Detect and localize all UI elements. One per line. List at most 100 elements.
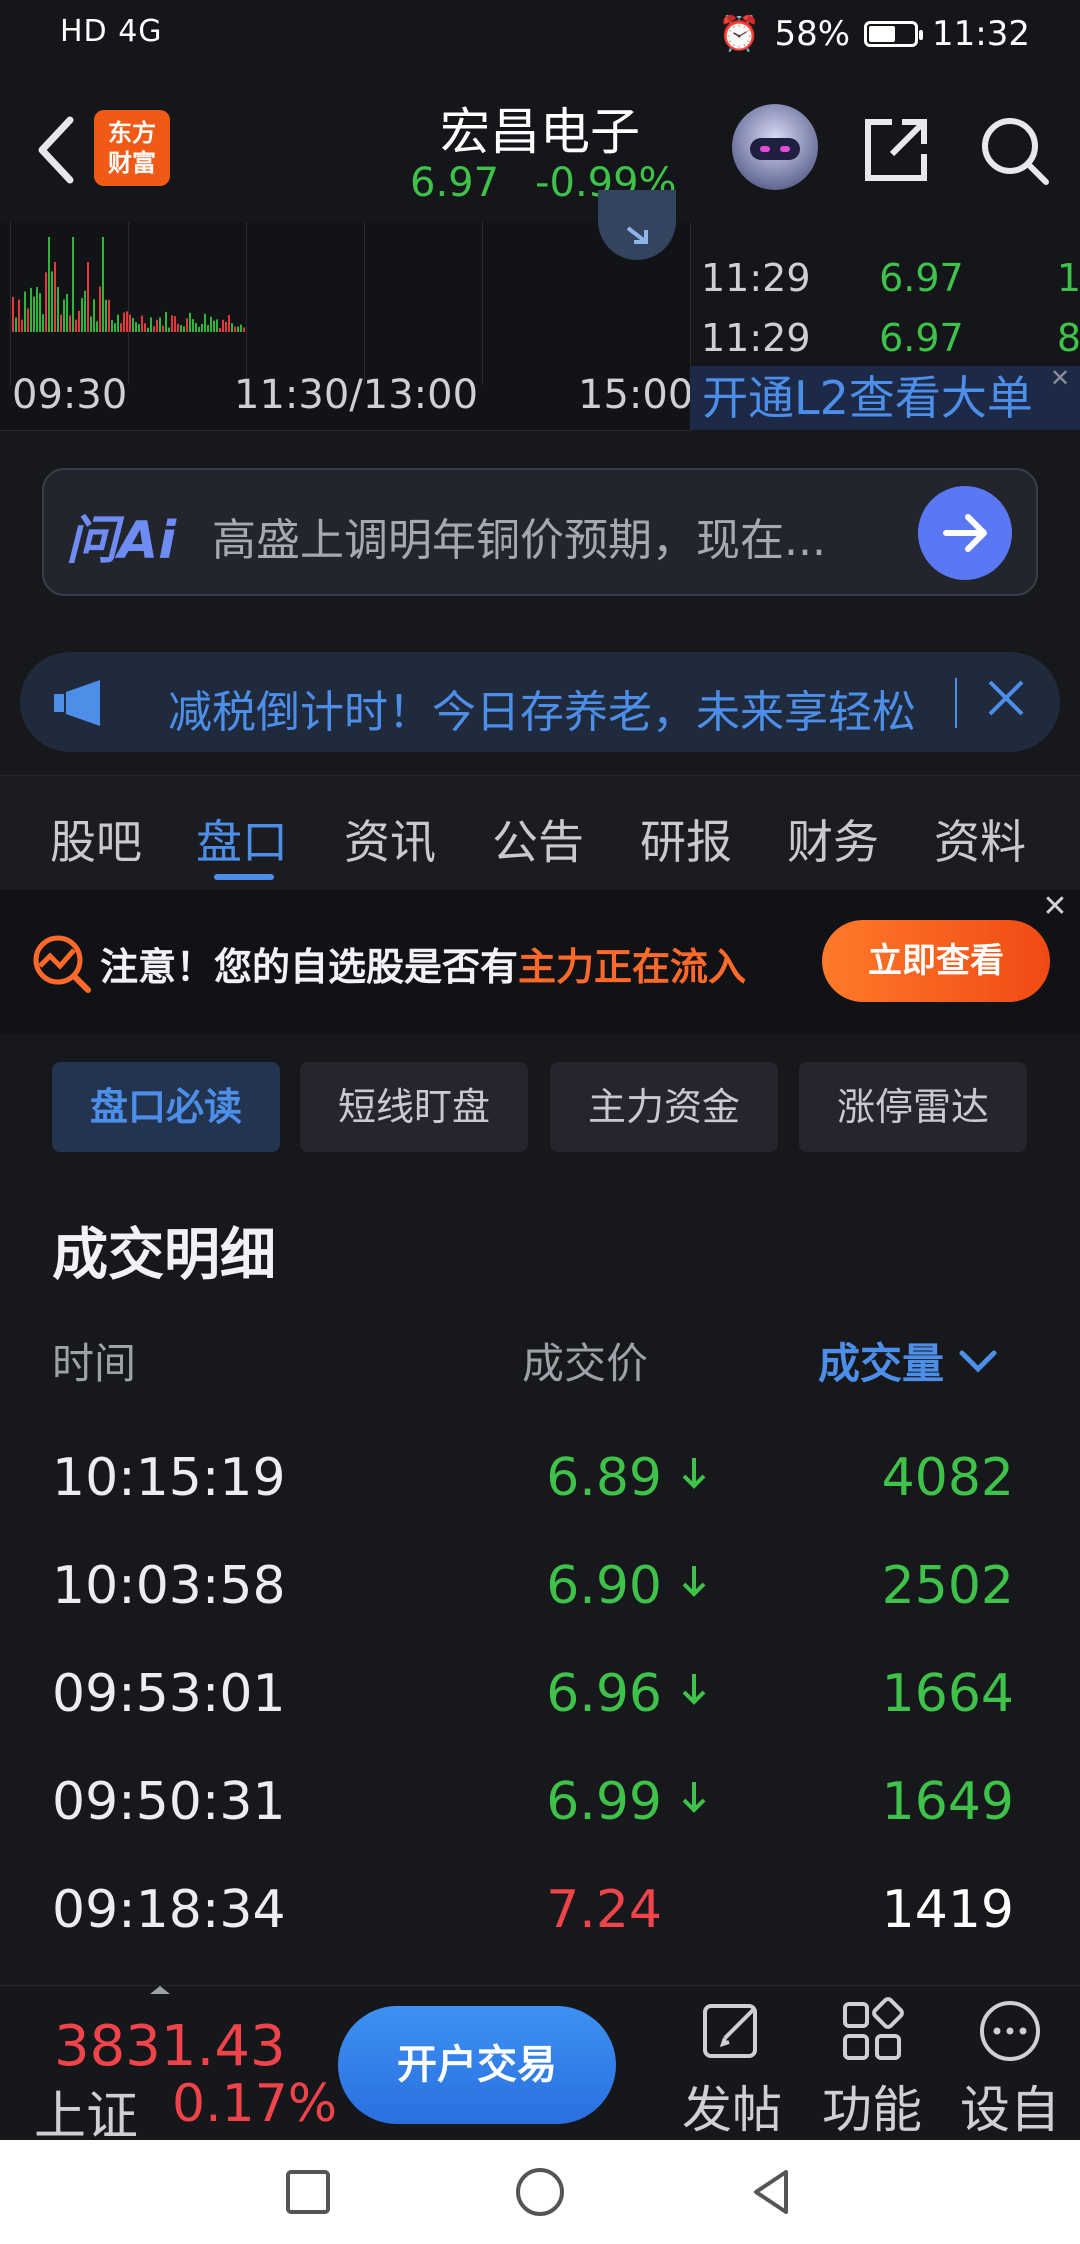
- volume-bar: [84, 290, 86, 332]
- main-tabs: 股吧 盘口 资讯 公告 研报 财务 资料: [0, 775, 1080, 892]
- volume-bar: [138, 324, 140, 332]
- volume-bar: [228, 315, 230, 332]
- volume-bar: [27, 308, 29, 332]
- index-change[interactable]: 0.17%: [172, 2074, 337, 2134]
- volume-bar: [111, 319, 113, 332]
- volume-bar: [147, 327, 149, 332]
- settings-label: 设自: [960, 2081, 1060, 2139]
- volume-bar: [63, 299, 65, 332]
- arrow-down-right-icon: [626, 226, 648, 244]
- time-label-open: 09:30: [12, 372, 128, 418]
- intraday-volume-chart[interactable]: 09:30 11:30/13:00 15:00: [0, 222, 694, 431]
- volume-bar: [54, 262, 56, 332]
- volume-bar: [117, 314, 119, 332]
- volume-bar: [33, 296, 35, 332]
- index-name[interactable]: 上证: [34, 2074, 138, 2149]
- tab-finance[interactable]: 财务: [787, 806, 879, 872]
- home-icon[interactable]: [510, 2162, 570, 2222]
- volume-bar: [99, 286, 101, 332]
- share-icon[interactable]: [858, 112, 934, 188]
- volume-bar: [30, 287, 32, 332]
- tab-news[interactable]: 资讯: [344, 806, 436, 872]
- ai-assistant-avatar[interactable]: [732, 104, 818, 190]
- close-icon[interactable]: ✕: [1038, 890, 1072, 924]
- open-account-trade-button[interactable]: 开户交易: [338, 2006, 616, 2124]
- tab-guba[interactable]: 股吧: [50, 806, 142, 872]
- volume-bar: [186, 318, 188, 332]
- table-row: 09:18:34 7.24 1419: [52, 1880, 1014, 1940]
- volume-bar: [66, 293, 68, 332]
- arrow-down-icon: [682, 1458, 706, 1489]
- volume-bar: [204, 313, 206, 332]
- volume-bar: [192, 319, 194, 332]
- ai-question-bar[interactable]: 问Ai 高盛上调明年铜价预期，现在...: [42, 468, 1038, 596]
- index-value[interactable]: 3831.43: [54, 2014, 286, 2079]
- header-volume: 成交量: [818, 1339, 945, 1388]
- notice-banner[interactable]: 减税倒计时！今日存养老，未来享轻松: [20, 652, 1060, 752]
- ai-prompt-text[interactable]: 高盛上调明年铜价预期，现在...: [212, 504, 872, 568]
- volume-bar: [180, 324, 182, 332]
- volume-bar: [69, 315, 71, 332]
- status-bar: HD 4G ⏰ 58% 11:32: [0, 0, 1080, 72]
- back-nav-icon[interactable]: [742, 2162, 802, 2222]
- volume-bar: [222, 319, 224, 332]
- volume-bar: [57, 287, 59, 332]
- subtab-limit-up-radar[interactable]: 涨停雷达: [799, 1062, 1027, 1152]
- settings-button[interactable]: 设自: [950, 1996, 1070, 2142]
- ai-logo: 问Ai: [66, 511, 177, 571]
- subtab-short-term[interactable]: 短线盯盘: [300, 1062, 528, 1152]
- volume-bar: [168, 327, 170, 332]
- post-label: 发帖: [682, 2081, 782, 2139]
- volume-bar: [90, 316, 92, 332]
- promo-banner[interactable]: 注意！您的自选股是否有主力正在流入 立即查看 ✕: [0, 890, 1080, 1034]
- volume-bar: [171, 315, 173, 332]
- chevron-down-icon: [959, 1350, 997, 1373]
- scroll-down-button[interactable]: [598, 190, 676, 260]
- close-icon[interactable]: ✕: [1050, 366, 1076, 392]
- promo-text: 注意！您的自选股是否有主力正在流入: [100, 945, 747, 989]
- caret-up-icon: [150, 1986, 170, 1994]
- search-icon[interactable]: [976, 112, 1052, 188]
- volume-bar: [105, 299, 107, 332]
- close-icon[interactable]: [976, 668, 1036, 728]
- volume-bar: [39, 293, 41, 332]
- volume-bar: [174, 316, 176, 332]
- recents-icon[interactable]: [278, 2162, 338, 2222]
- volume-bar: [234, 326, 236, 332]
- volume-sort[interactable]: 成交量: [818, 1330, 998, 1391]
- tab-profile[interactable]: 资料: [934, 806, 1026, 872]
- volume-bar: [150, 317, 152, 332]
- tab-announcements[interactable]: 公告: [492, 806, 584, 872]
- subtab-must-read[interactable]: 盘口必读: [52, 1062, 280, 1152]
- post-button[interactable]: 发帖: [672, 1996, 792, 2142]
- volume-bar: [126, 311, 128, 332]
- volume-bar: [78, 310, 80, 332]
- tick-row: 11:29 6.97 1: [701, 256, 1080, 300]
- volume-bar: [165, 311, 167, 332]
- volume-bar: [177, 323, 179, 332]
- tick-row: 11:29 6.97 8: [701, 316, 1080, 360]
- subtab-main-funds[interactable]: 主力资金: [550, 1062, 778, 1152]
- volume-bar: [213, 320, 215, 332]
- arrow-down-icon: [682, 1566, 706, 1597]
- tab-pankou[interactable]: 盘口: [196, 806, 288, 872]
- ai-submit-button[interactable]: [918, 486, 1012, 580]
- volume-bar: [216, 319, 218, 332]
- active-tab-indicator: [214, 874, 274, 880]
- l2-upgrade-banner[interactable]: 开通L2查看大单 ✕: [690, 366, 1080, 430]
- functions-button[interactable]: 功能: [812, 1996, 932, 2142]
- volume-bar: [96, 321, 98, 332]
- notice-text: 减税倒计时！今日存养老，未来享轻松: [168, 687, 916, 738]
- time-label-close: 15:00: [578, 372, 694, 418]
- table-row: 09:50:31 6.99 1649: [52, 1772, 1014, 1832]
- grid-icon: [843, 1997, 904, 2060]
- arrow-down-icon: [682, 1782, 706, 1813]
- tab-research[interactable]: 研报: [640, 806, 732, 872]
- table-row: 10:15:19 6.89 4082: [52, 1448, 1014, 1508]
- trend-alert-icon: [33, 935, 91, 993]
- network-indicator: HD 4G: [60, 14, 163, 49]
- volume-bar: [75, 319, 77, 332]
- volume-bar: [162, 325, 164, 332]
- volume-bar: [60, 314, 62, 332]
- view-now-button[interactable]: 立即查看: [822, 920, 1050, 1002]
